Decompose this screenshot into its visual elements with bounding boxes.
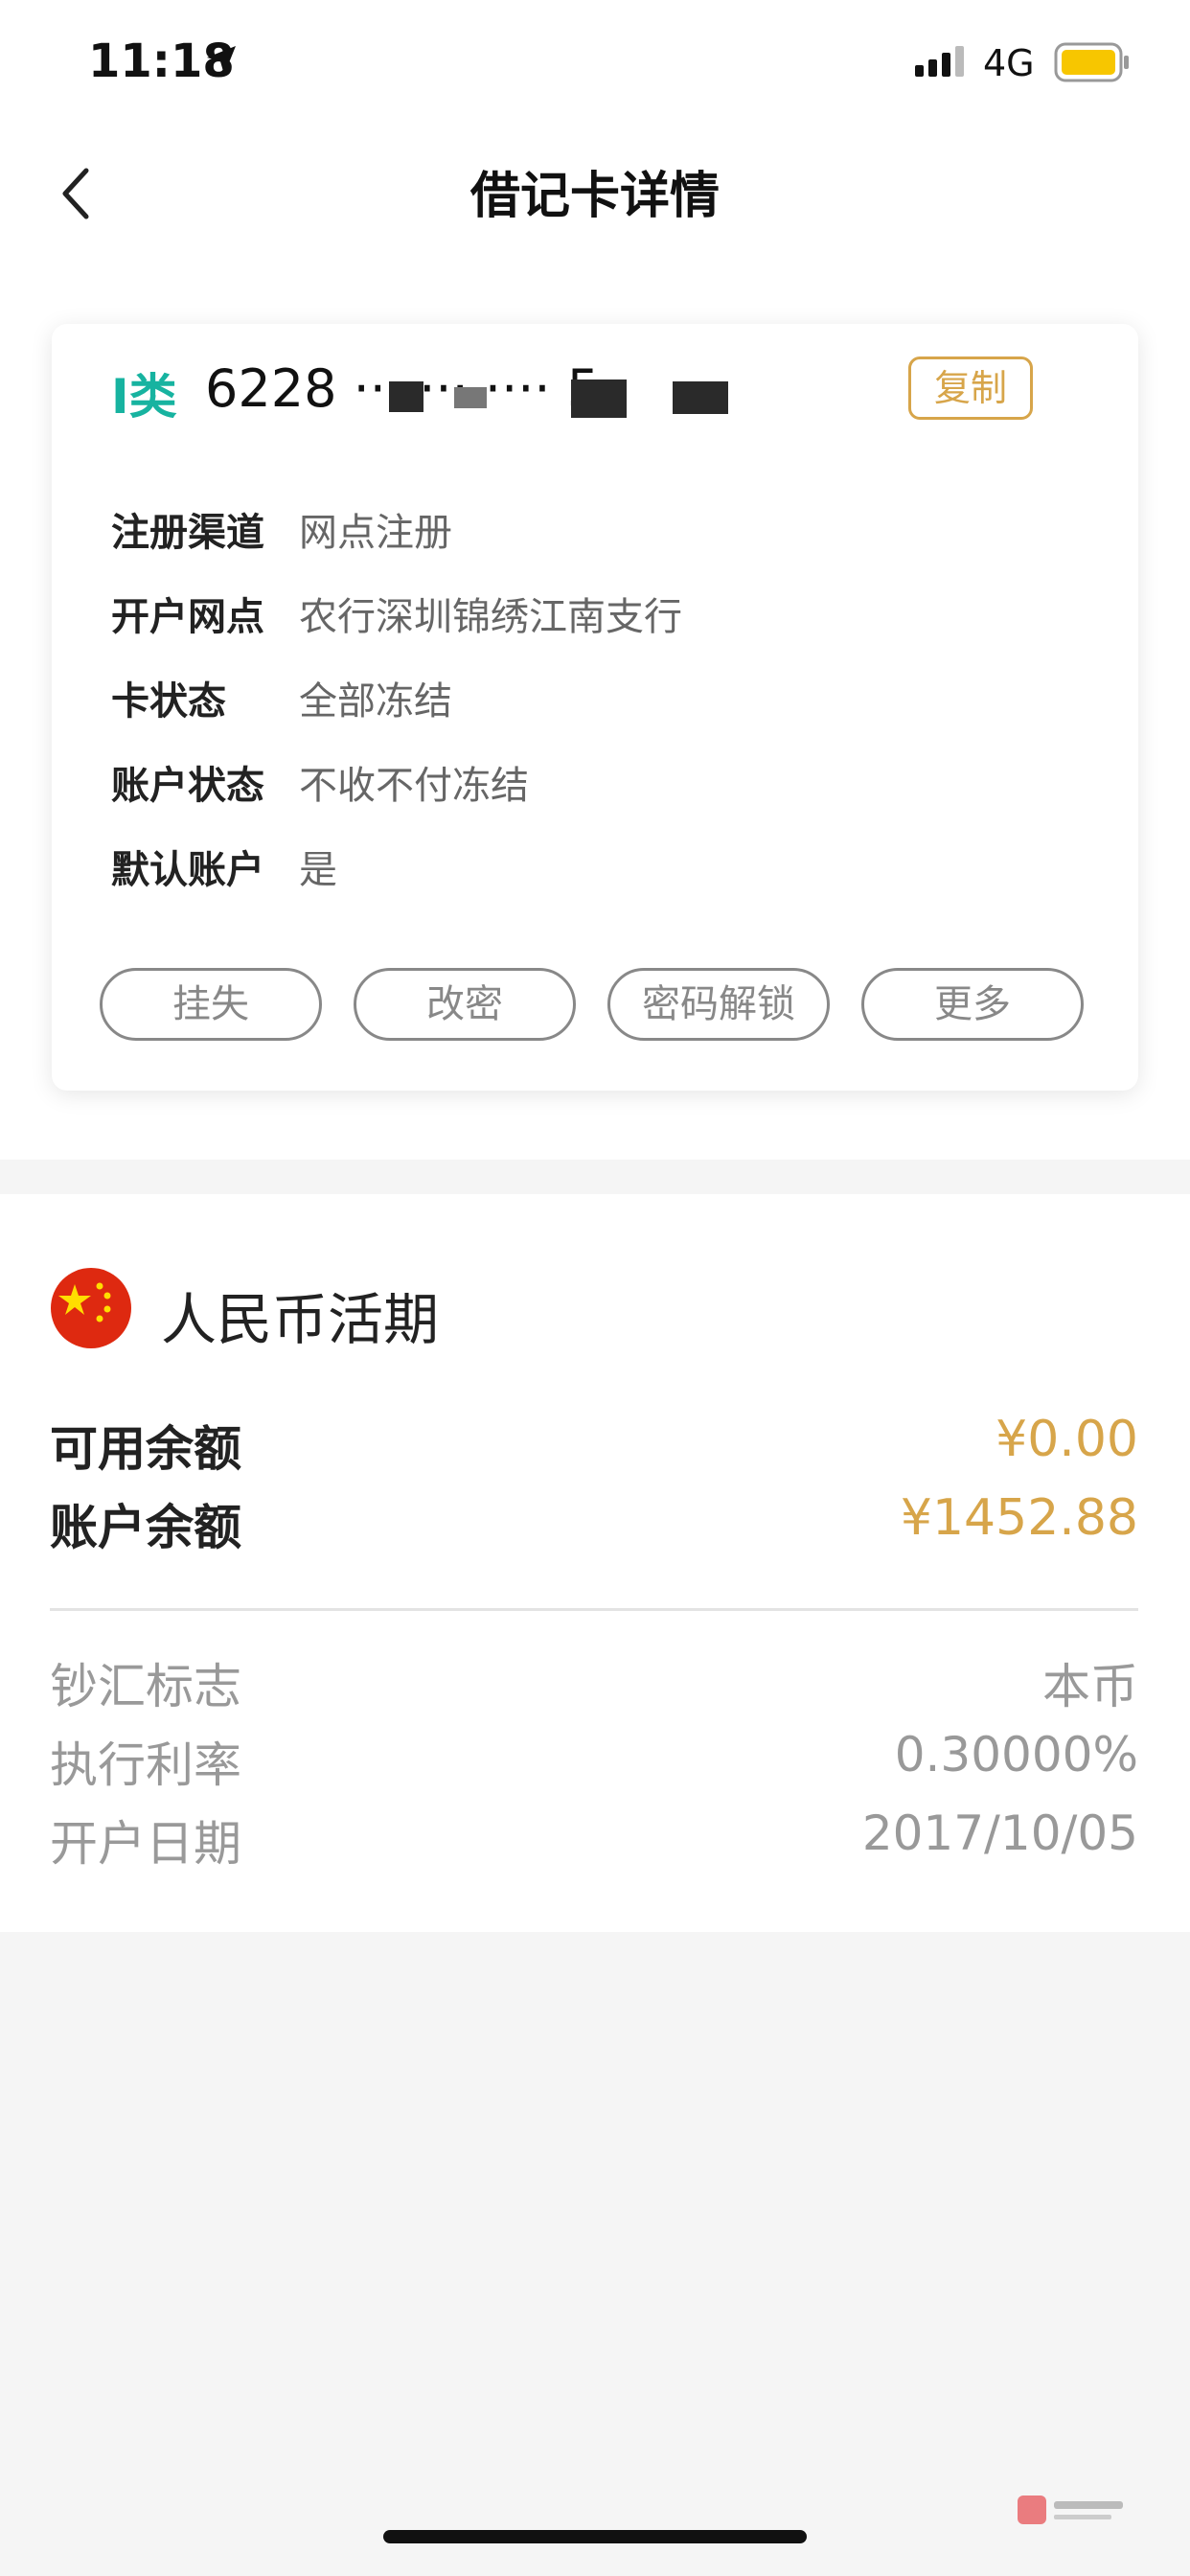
info-value: 不收不付冻结	[299, 764, 529, 808]
detail-label: 开户日期	[50, 1816, 241, 1872]
account-balance-row: 账户余额 ¥1452.88	[50, 1489, 1138, 1566]
info-label: 账户状态	[111, 764, 264, 808]
china-flag-icon	[50, 1267, 132, 1353]
redaction-mark	[571, 380, 627, 418]
detail-row-interest-rate: 执行利率 0.30000%	[50, 1727, 1138, 1804]
info-value: 农行深圳锦绣江南支行	[299, 595, 682, 639]
detail-row-open-date: 开户日期 2017/10/05	[50, 1806, 1138, 1882]
card-type-label: I类	[111, 369, 177, 425]
change-password-button[interactable]: 改密	[354, 968, 576, 1041]
card-actions: 挂失 改密 密码解锁 更多	[100, 968, 1115, 1041]
battery-icon	[1054, 42, 1131, 86]
info-label: 卡状态	[111, 679, 226, 724]
redaction-mark	[389, 381, 423, 412]
account-balance-label: 账户余额	[50, 1500, 241, 1555]
detail-row-currency-flag: 钞汇标志 本币	[50, 1648, 1138, 1725]
detail-value: 0.30000%	[894, 1727, 1138, 1782]
info-value: 是	[299, 848, 337, 892]
status-bar: 11:18 4G	[0, 0, 1190, 125]
info-value: 网点注册	[299, 511, 452, 555]
copy-button[interactable]: 复制	[908, 356, 1033, 420]
info-label: 注册渠道	[111, 511, 264, 555]
watermark-logo	[1016, 2490, 1131, 2536]
debit-card-panel: I类 6228 ··· ··· ···· 5 复制 注册渠道 网点注册 开户网点…	[52, 324, 1138, 1091]
available-balance-row: 可用余额 ¥0.00	[50, 1411, 1138, 1487]
info-row-branch: 开户网点 农行深圳锦绣江南支行	[111, 571, 682, 656]
info-label: 默认账户	[111, 848, 264, 892]
location-arrow-icon	[205, 44, 238, 80]
available-balance-value: ¥0.00	[995, 1411, 1138, 1468]
available-balance-label: 可用余额	[50, 1421, 241, 1477]
more-button[interactable]: 更多	[861, 968, 1084, 1041]
info-row-card-status: 卡状态 全部冻结	[111, 656, 682, 740]
detail-value: 本币	[1042, 1659, 1138, 1714]
info-row-channel: 注册渠道 网点注册	[111, 487, 682, 571]
home-indicator	[383, 2530, 807, 2543]
info-row-account-status: 账户状态 不收不付冻结	[111, 740, 682, 824]
account-section: 人民币活期 可用余额 ¥0.00 账户余额 ¥1452.88 钞汇标志 本币 执…	[0, 1194, 1190, 1932]
detail-label: 执行利率	[50, 1737, 241, 1793]
signal-icon	[915, 46, 969, 80]
report-loss-button[interactable]: 挂失	[100, 968, 322, 1041]
info-row-default-account: 默认账户 是	[111, 824, 682, 908]
detail-label: 钞汇标志	[50, 1659, 241, 1714]
account-title: 人民币活期	[161, 1287, 440, 1352]
unlock-password-button[interactable]: 密码解锁	[607, 968, 830, 1041]
redaction-mark	[454, 387, 487, 408]
info-value: 全部冻结	[299, 679, 452, 724]
info-label: 开户网点	[111, 595, 264, 639]
detail-value: 2017/10/05	[861, 1806, 1138, 1861]
divider	[50, 1608, 1138, 1611]
network-label: 4G	[983, 42, 1035, 84]
account-balance-value: ¥1452.88	[900, 1489, 1138, 1547]
card-info-list: 注册渠道 网点注册 开户网点 农行深圳锦绣江南支行 卡状态 全部冻结 账户状态 …	[111, 487, 682, 908]
nav-bar: 借记卡详情	[0, 125, 1190, 259]
page-title: 借记卡详情	[469, 168, 720, 225]
redaction-mark	[673, 381, 728, 414]
